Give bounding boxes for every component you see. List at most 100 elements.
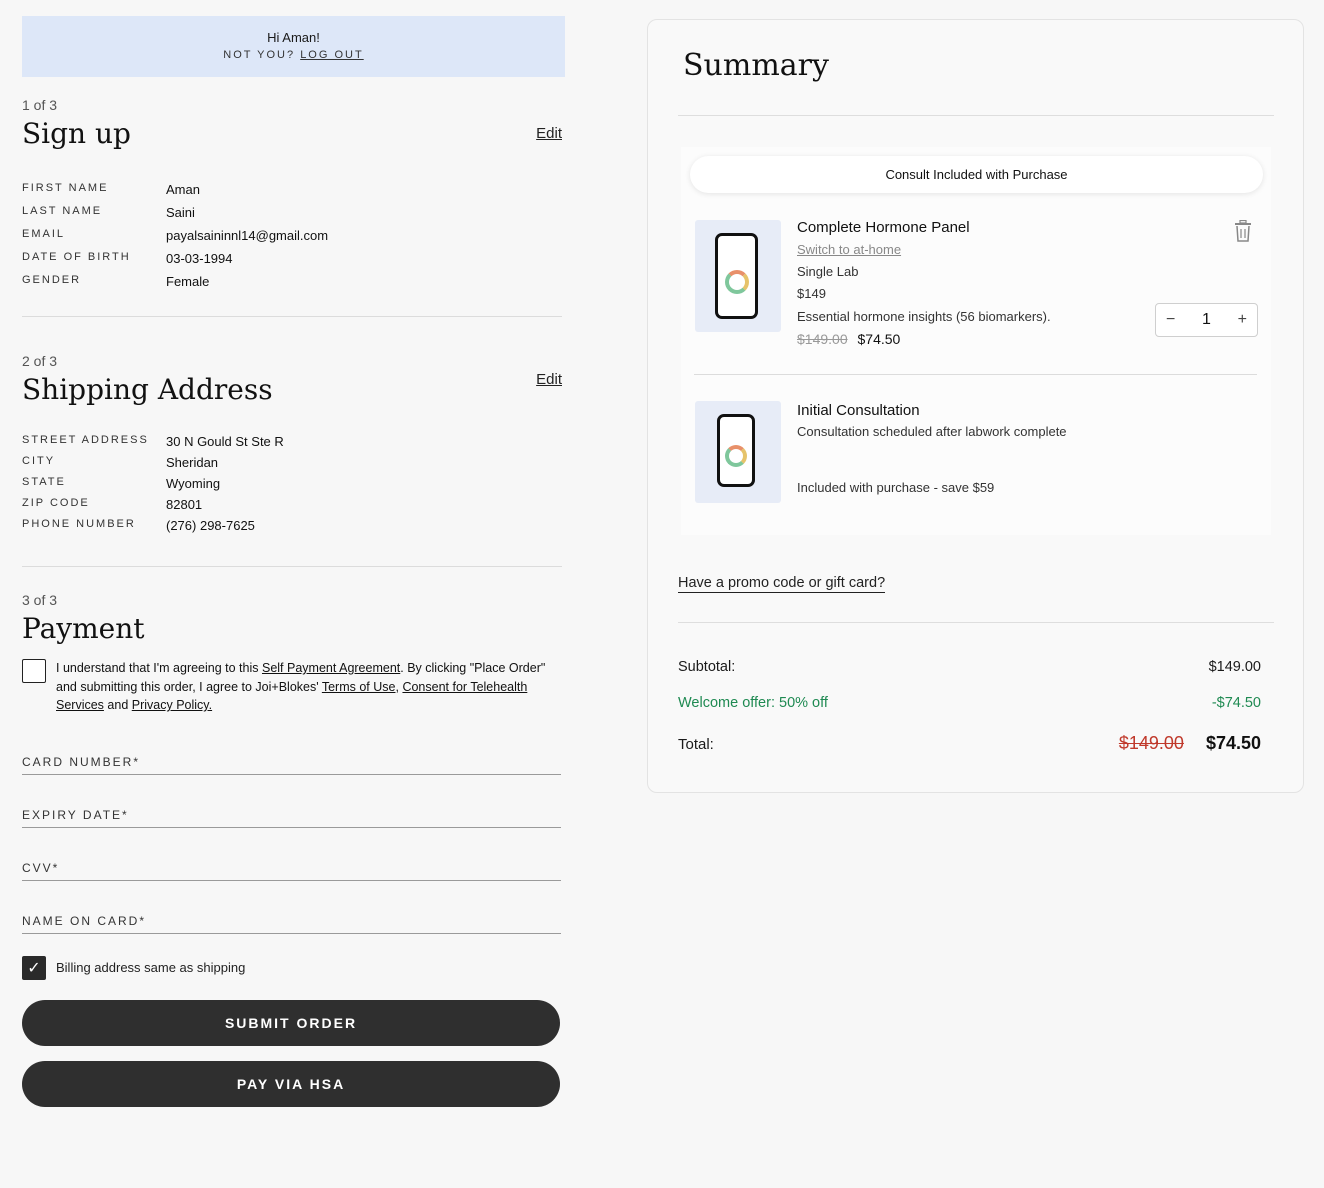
signup-section: 1 of 3 Sign up Edit FIRST NAME Aman LAST… bbox=[22, 97, 565, 289]
city-label: CITY bbox=[22, 455, 56, 467]
pay-via-hsa-button[interactable]: PAY VIA HSA bbox=[22, 1060, 560, 1107]
section-divider bbox=[22, 316, 562, 317]
offer-value: -$74.50 bbox=[1211, 695, 1261, 711]
cvv-input[interactable] bbox=[22, 860, 561, 875]
item-new-price: $74.50 bbox=[857, 331, 901, 347]
subtotal-label: Subtotal: bbox=[678, 659, 736, 675]
dob-label: DATE OF BIRTH bbox=[22, 251, 131, 263]
email-label: EMAIL bbox=[22, 228, 66, 240]
shipping-title: Shipping Address bbox=[22, 373, 273, 406]
section-divider bbox=[22, 566, 562, 567]
first-name-label: FIRST NAME bbox=[22, 182, 109, 194]
payment-step: 3 of 3 bbox=[22, 592, 58, 608]
agreement-text-part: I understand that I'm agreeing to this bbox=[56, 661, 262, 675]
last-name-label: LAST NAME bbox=[22, 205, 103, 217]
total-old-price: $149.00 bbox=[1118, 733, 1184, 753]
zip-value: 82801 bbox=[166, 497, 203, 512]
consultation-note: Included with purchase - save $59 bbox=[797, 480, 995, 495]
street-label: STREET ADDRESS bbox=[22, 434, 149, 446]
card-number-field bbox=[22, 753, 561, 775]
subtotal-row: Subtotal: $149.00 bbox=[678, 659, 1261, 675]
total-values: $149.00 $74.50 bbox=[1119, 733, 1261, 754]
item-old-price: $149.00 bbox=[797, 331, 848, 347]
card-number-input[interactable] bbox=[22, 754, 561, 769]
switch-at-home-link[interactable]: Switch to at-home bbox=[797, 242, 901, 257]
not-you-text: NOT YOU? bbox=[223, 49, 296, 61]
terms-of-use-link[interactable]: Terms of Use bbox=[322, 680, 396, 694]
cvv-field bbox=[22, 859, 561, 881]
signup-title: Sign up bbox=[22, 117, 131, 150]
item-description: Essential hormone insights (56 biomarker… bbox=[797, 309, 1051, 324]
total-new-price: $74.50 bbox=[1205, 733, 1261, 753]
item-name: Complete Hormone Panel bbox=[797, 219, 970, 236]
agreement-row: I understand that I'm agreeing to this S… bbox=[22, 659, 565, 715]
shipping-step: 2 of 3 bbox=[22, 353, 58, 369]
item-type: Single Lab bbox=[797, 264, 859, 279]
billing-same-checkbox[interactable]: ✓ bbox=[22, 955, 46, 980]
summary-divider bbox=[678, 622, 1274, 623]
billing-same-label: Billing address same as shipping bbox=[56, 960, 246, 975]
checkmark-icon: ✓ bbox=[27, 959, 41, 977]
signup-step: 1 of 3 bbox=[22, 97, 58, 113]
signup-edit-link[interactable]: Edit bbox=[536, 125, 562, 142]
decrease-quantity-button[interactable]: − bbox=[1166, 311, 1175, 329]
subtotal-value: $149.00 bbox=[1208, 659, 1261, 675]
chart-ring-icon bbox=[725, 445, 747, 467]
consultation-image bbox=[695, 401, 781, 503]
submit-order-button[interactable]: SUBMIT ORDER bbox=[22, 999, 560, 1046]
offer-label: Welcome offer: 50% off bbox=[678, 695, 828, 711]
zip-label: ZIP CODE bbox=[22, 497, 90, 509]
cart-items: Consult Included with Purchase Complete … bbox=[681, 147, 1271, 535]
payment-title: Payment bbox=[22, 612, 145, 645]
chart-ring-icon bbox=[725, 270, 749, 294]
consult-banner: Consult Included with Purchase bbox=[690, 156, 1263, 193]
greeting-banner: Hi Aman! NOT YOU? LOG OUT bbox=[22, 16, 565, 77]
increase-quantity-button[interactable]: + bbox=[1238, 311, 1247, 329]
total-row: Total: $149.00 $74.50 bbox=[678, 733, 1261, 754]
email-value: payalsaininnl14@gmail.com bbox=[166, 228, 329, 243]
privacy-policy-link[interactable]: Privacy Policy. bbox=[132, 698, 212, 712]
signup-details: FIRST NAME Aman LAST NAME Saini EMAIL pa… bbox=[22, 182, 565, 289]
checkout-form: Hi Aman! NOT YOU? LOG OUT 1 of 3 Sign up… bbox=[22, 16, 565, 1107]
billing-row: ✓ Billing address same as shipping bbox=[22, 955, 565, 980]
trash-icon[interactable] bbox=[1234, 220, 1252, 242]
expiry-field bbox=[22, 806, 561, 828]
consultation-subtitle: Consultation scheduled after labwork com… bbox=[797, 424, 1067, 439]
state-value: Wyoming bbox=[166, 476, 221, 491]
phone-value: (276) 298-7625 bbox=[166, 518, 255, 533]
first-name-value: Aman bbox=[166, 182, 200, 197]
promo-code-link[interactable]: Have a promo code or gift card? bbox=[678, 575, 886, 593]
total-label: Total: bbox=[678, 736, 714, 753]
summary-divider bbox=[678, 115, 1274, 116]
hormone-panel-image bbox=[695, 220, 781, 332]
logout-link[interactable]: LOG OUT bbox=[300, 49, 364, 61]
shipping-section: 2 of 3 Shipping Address Edit STREET ADDR… bbox=[22, 353, 565, 533]
item-pricing: $149.00 $74.50 bbox=[797, 331, 900, 347]
last-name-value: Saini bbox=[166, 205, 195, 220]
summary-title: Summary bbox=[683, 48, 829, 83]
state-label: STATE bbox=[22, 476, 66, 488]
name-on-card-input[interactable] bbox=[22, 913, 561, 928]
consultation-name: Initial Consultation bbox=[797, 402, 920, 419]
quantity-stepper: − 1 + bbox=[1155, 303, 1258, 337]
city-value: Sheridan bbox=[166, 455, 219, 470]
item-price: $149 bbox=[797, 286, 826, 301]
agreement-text-part: and bbox=[103, 698, 132, 712]
shipping-edit-link[interactable]: Edit bbox=[536, 371, 562, 388]
self-payment-agreement-link[interactable]: Self Payment Agreement bbox=[262, 661, 400, 675]
agreement-checkbox[interactable] bbox=[22, 659, 46, 683]
payment-section: 3 of 3 Payment I understand that I'm agr… bbox=[22, 592, 565, 1107]
order-summary-card: Summary Consult Included with Purchase C… bbox=[647, 19, 1304, 793]
street-value: 30 N Gould St Ste R bbox=[166, 434, 284, 449]
dob-value: 03-03-1994 bbox=[166, 251, 233, 266]
expiry-date-input[interactable] bbox=[22, 807, 561, 822]
item-divider bbox=[694, 374, 1257, 375]
name-on-card-field bbox=[22, 912, 561, 934]
quantity-value: 1 bbox=[1202, 311, 1211, 328]
discount-row: Welcome offer: 50% off -$74.50 bbox=[678, 695, 1261, 711]
phone-label: PHONE NUMBER bbox=[22, 518, 136, 530]
phone-icon bbox=[715, 233, 758, 319]
shipping-details: STREET ADDRESS 30 N Gould St Ste R CITY … bbox=[22, 434, 565, 533]
phone-icon bbox=[717, 414, 755, 487]
greeting-text: Hi Aman! bbox=[267, 30, 320, 45]
